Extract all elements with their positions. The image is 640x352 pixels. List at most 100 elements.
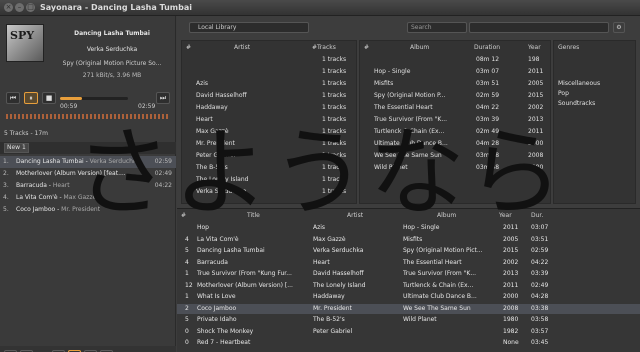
album-year: 198 <box>528 56 540 63</box>
album-year: 1980 <box>528 164 544 171</box>
track-album-header[interactable]: Album <box>437 211 456 221</box>
artist-row[interactable]: The Lonely Island 1 tracks <box>182 175 356 185</box>
track-artist-header[interactable]: Artist <box>347 211 363 221</box>
track-title: La Vita Com'è <box>197 235 239 243</box>
artist-name-header[interactable]: Artist <box>234 43 250 53</box>
track-row[interactable]: 4 La Vita Com'è Max Gazzè Misfits 2005 03:51 <box>177 235 640 245</box>
playlist-item-artist: Heart <box>52 182 70 189</box>
track-row[interactable]: 4 Barracuda Heart The Essential Heart 2002 04… <box>177 258 640 268</box>
artist-row[interactable]: 1 tracks <box>182 67 356 77</box>
artist-name: Max Gazzè <box>196 128 229 135</box>
track-duration: 02:59 <box>531 247 549 254</box>
search-input[interactable]: Search <box>407 22 467 33</box>
album-name-header[interactable]: Album <box>410 43 429 53</box>
album-name: True Survivor (From "K... <box>374 116 448 123</box>
artist-row[interactable]: Heart 1 tracks <box>182 115 356 125</box>
album-duration-header[interactable]: Duration <box>474 43 500 53</box>
genre-item[interactable]: Miscellaneous <box>558 79 600 89</box>
previous-button[interactable]: ⏮ <box>6 92 20 104</box>
album-row[interactable]: Hop - Single 03m 07 2011 <box>360 67 550 77</box>
playlist-item-number: 5. <box>3 206 9 213</box>
track-num: 5 <box>185 247 189 254</box>
maximize-icon[interactable]: □ <box>26 3 35 12</box>
track-num-header[interactable]: # <box>181 211 186 221</box>
track-artist: David Hasselhoff <box>313 270 364 277</box>
track-artist: Max Gazzè <box>313 235 346 243</box>
artist-row[interactable]: Haddaway 1 tracks <box>182 103 356 113</box>
album-row[interactable]: Ultimate Club Dance B... 04m 28 2000 <box>360 139 550 149</box>
track-artist: The Lonely Island <box>313 281 366 289</box>
artist-row[interactable]: The B-52's 1 tracks <box>182 163 356 173</box>
track-year: 1982 <box>503 327 519 335</box>
track-row[interactable]: 1 True Survivor (From "Kung Fur... David H… <box>177 269 640 279</box>
artist-row[interactable]: Verka Serduchka 1 tracks <box>182 187 356 197</box>
track-row[interactable]: Hop Azis Hop - Single 2011 03:07 <box>177 223 640 233</box>
track-num: 1 <box>185 270 189 277</box>
artist-row[interactable]: Peter Gabriel 1 tracks <box>182 151 356 161</box>
album-row[interactable]: Misfits 03m 51 2005 <box>360 79 550 89</box>
time-total: 02:59 <box>138 103 156 110</box>
track-duration: 03:07 <box>531 224 549 231</box>
artist-row[interactable]: 1 tracks <box>182 55 356 65</box>
library-selector[interactable]: Local Library <box>189 22 309 33</box>
playlist-item[interactable]: 3. Barracuda - Heart 04:22 <box>0 180 176 192</box>
album-row[interactable]: 08m 12 198 <box>360 55 550 65</box>
album-num-header[interactable]: # <box>364 43 369 53</box>
track-row[interactable]: 5 Dancing Lasha Tumbai Verka Serduchka Spy … <box>177 246 640 256</box>
playlist-item[interactable]: 5. Coco Jamboo - Mr. President <box>0 204 176 216</box>
stop-button[interactable]: ■ <box>42 92 56 104</box>
artist-row[interactable]: Mr. President 1 tracks <box>182 139 356 149</box>
album-year: 2011 <box>528 68 544 75</box>
album-year-header[interactable]: Year <box>528 43 541 53</box>
track-year: 2005 <box>503 235 519 243</box>
track-duration-header[interactable]: Dur. <box>531 211 543 221</box>
album-row[interactable]: We See The Same Sun 03m 38 2008 <box>360 151 550 161</box>
artist-tracks: 1 tracks <box>322 164 347 171</box>
track-row[interactable]: 0 Red 7 - Heartbeat None 03:45 <box>177 338 640 348</box>
search-field[interactable] <box>469 22 609 33</box>
album-row[interactable]: Spy (Original Motion P... 02m 59 2015 <box>360 91 550 101</box>
track-row[interactable]: 5 Private Idaho The B-52's Wild Planet 1980 0… <box>177 315 640 325</box>
album-cover[interactable]: SPY <box>6 24 44 62</box>
playlist-tab[interactable]: New 1 <box>4 143 29 153</box>
album-row[interactable]: True Survivor (From "K... 03m 39 2013 <box>360 115 550 125</box>
close-icon[interactable]: × <box>4 3 13 12</box>
track-row[interactable]: 1 What Is Love Haddaway Ultimate Club Dance… <box>177 292 640 302</box>
pause-button[interactable]: ⏸ <box>24 92 38 104</box>
next-button[interactable]: ⏭ <box>156 92 170 104</box>
track-album: Ultimate Club Dance B... <box>403 293 477 300</box>
album-row[interactable]: Wild Planet 03m 58 1980 <box>360 163 550 173</box>
album-row[interactable]: The Essential Heart 04m 22 2002 <box>360 103 550 113</box>
artist-tracks: 1 tracks <box>322 128 347 135</box>
playlist-item[interactable]: 2. Motherlover (Album Version) [feat.... 0… <box>0 168 176 180</box>
genre-item[interactable]: Pop <box>558 89 569 99</box>
track-album: The Essential Heart <box>403 258 462 266</box>
playlist-item[interactable]: 4. La Vita Com'è - Max Gazzè <box>0 192 176 204</box>
track-title-header[interactable]: Title <box>247 211 260 221</box>
artist-row[interactable]: Max Gazzè 1 tracks <box>182 127 356 137</box>
transport-controls: ⏮ ⏸ ■ 00:59 02:59 ⏭ <box>0 90 176 126</box>
seek-slider[interactable] <box>60 97 128 100</box>
artist-row[interactable]: David Hasselhoff 1 tracks <box>182 91 356 101</box>
track-row[interactable]: 0 Shock The Monkey Peter Gabriel 1982 03:57 <box>177 327 640 337</box>
track-year-header[interactable]: Year <box>499 211 512 221</box>
artist-name: Verka Serduchka <box>196 188 247 195</box>
playlist-tabs: New 1 <box>0 142 176 154</box>
album-row[interactable]: Turtlenck & Chain (Ex... 02m 49 2011 <box>360 127 550 137</box>
genre-item[interactable]: Soundtracks <box>558 99 595 109</box>
track-row[interactable]: 12 Motherlover (Album Version) [... The Lo… <box>177 281 640 291</box>
artist-pane: # Artist #Tracks 1 tracks 1 tracks Azis 1 t… <box>181 40 357 204</box>
album-duration: 03m 58 <box>476 164 500 171</box>
track-row[interactable]: 2 Coco Jamboo Mr. President We See The Same… <box>177 303 640 314</box>
artist-row[interactable]: Azis 1 tracks <box>182 79 356 89</box>
artist-num-header[interactable]: # <box>186 43 191 53</box>
track-year: 2002 <box>503 258 519 266</box>
track-year: 1980 <box>503 316 519 323</box>
track-year: 2008 <box>503 304 519 312</box>
playlist-item-duration: 04:22 <box>154 182 172 189</box>
album-pane: # Album Duration Year 08m 12 198 Hop - Sin… <box>359 40 551 204</box>
artist-tracks-header[interactable]: #Tracks <box>312 43 336 53</box>
settings-icon[interactable]: ⚙ <box>613 22 625 33</box>
playlist-item[interactable]: 1. Dancing Lasha Tumbai - Verka Serduchka… <box>0 156 176 168</box>
minimize-icon[interactable]: – <box>15 3 24 12</box>
